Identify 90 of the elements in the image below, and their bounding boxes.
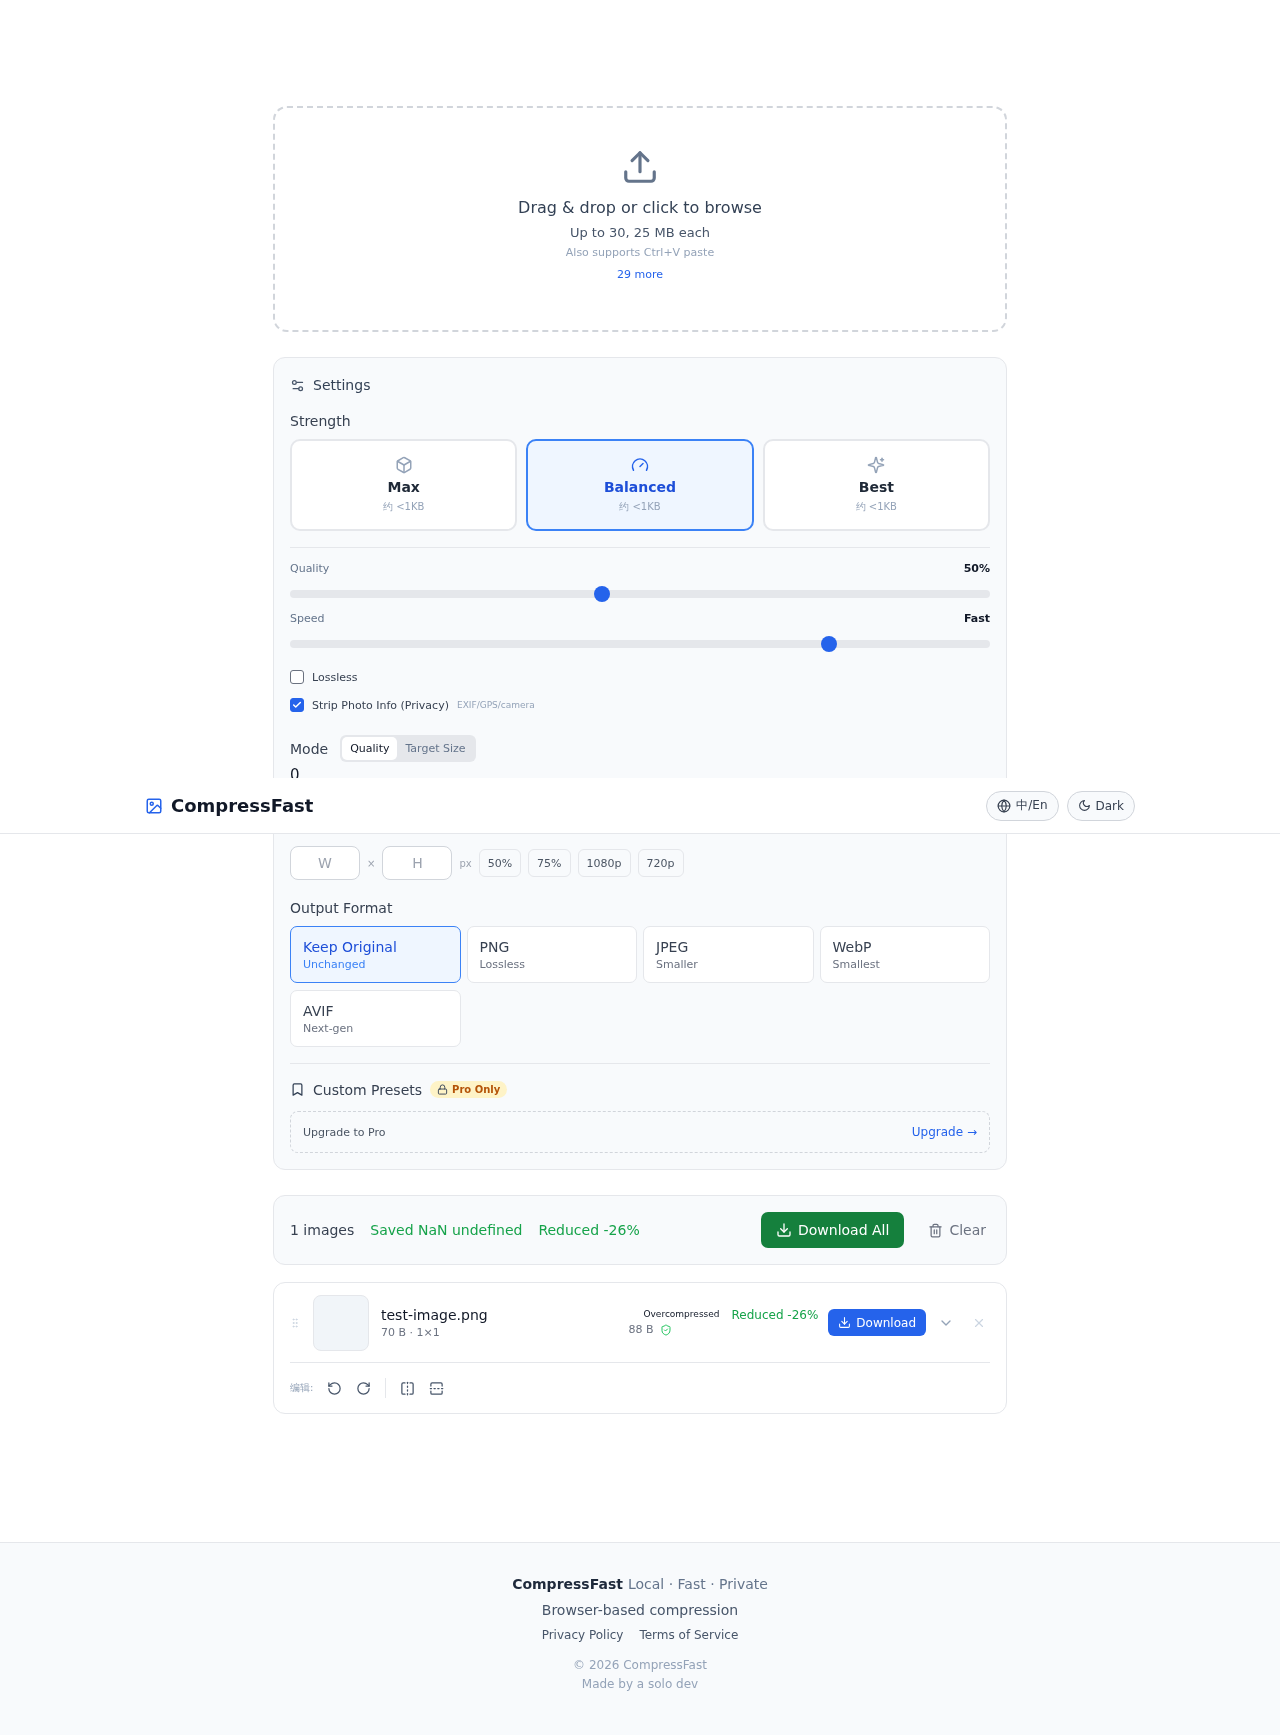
resize-preset[interactable]: 75%	[528, 849, 571, 877]
flip-vertical-button[interactable]	[429, 1380, 445, 1396]
cube-icon	[394, 456, 413, 474]
file-name: test-image.png	[381, 1306, 489, 1323]
bookmark-icon	[290, 1082, 305, 1097]
slider-label: Quality	[290, 562, 330, 575]
image-count: 1 images	[290, 1222, 355, 1238]
slider-label: Speed	[290, 612, 325, 625]
download-icon	[775, 1222, 792, 1238]
checkbox-label: Strip Photo Info (Privacy)	[312, 698, 449, 712]
lock-icon	[437, 1084, 449, 1095]
format-option[interactable]: WebP Smallest	[819, 926, 990, 983]
mode-option[interactable]: Quality	[342, 737, 398, 760]
globe-icon	[997, 798, 1012, 813]
resize-preset[interactable]: 720p	[637, 849, 684, 877]
moon-icon	[1077, 799, 1091, 812]
rotate-right-icon	[356, 1380, 372, 1396]
clear-button[interactable]: Clear	[924, 1222, 990, 1238]
settings-title: Settings	[313, 377, 371, 393]
image-icon	[145, 796, 163, 815]
language-button[interactable]: 中/En	[986, 790, 1059, 821]
upgrade-link[interactable]: Upgrade →	[911, 1125, 977, 1139]
file-meta: 70 B · 1×1	[381, 1325, 441, 1339]
width-field[interactable]: W	[290, 846, 360, 880]
footer-link[interactable]: Terms of Service	[639, 1628, 739, 1642]
more-formats-link[interactable]: 29 more	[617, 268, 663, 281]
mode-value: 0	[290, 766, 301, 786]
gauge-icon	[631, 456, 649, 474]
strength-option[interactable]: Best 约 <1KB	[762, 439, 990, 531]
sparkle-icon	[867, 456, 886, 474]
footer-brand: CompressFast	[512, 1576, 623, 1592]
reduced-text: Reduced -26%	[731, 1307, 819, 1322]
checkbox-note: EXIF/GPS/camera	[456, 700, 535, 710]
rotate-right-button[interactable]	[356, 1380, 372, 1396]
download-button[interactable]: Download	[828, 1309, 926, 1336]
slider-thumb[interactable]	[821, 636, 837, 652]
check-icon	[292, 700, 302, 710]
pro-badge-text: Pro Only	[452, 1084, 501, 1095]
format-option[interactable]: PNG Lossless	[466, 926, 637, 983]
flip-horizontal-icon	[400, 1380, 416, 1396]
slider-reading: Fast	[963, 612, 990, 625]
checkbox-label: Lossless	[312, 670, 358, 684]
rotate-left-button[interactable]	[327, 1380, 343, 1396]
upload-limit: Up to 30, 25 MB each	[569, 225, 711, 240]
status-label: Overcompressed	[643, 1309, 720, 1319]
format-option[interactable]: Keep Original Unchanged	[290, 926, 461, 983]
slider-thumb[interactable]	[593, 586, 610, 602]
sliders-icon	[290, 377, 305, 393]
trash-icon	[928, 1222, 944, 1238]
footer-tagline: Local · Fast · Private	[627, 1576, 768, 1592]
resize-preset[interactable]: 50%	[478, 849, 522, 877]
dropzone-title: Drag & drop or click to browse	[518, 198, 762, 217]
saved-text: Saved NaN undefined	[370, 1222, 523, 1238]
rotate-left-icon	[327, 1380, 343, 1396]
custom-presets-title: Custom Presets	[313, 1081, 423, 1098]
strength-option[interactable]: Max 约 <1KB	[290, 439, 518, 531]
drag-handle-icon	[289, 1315, 301, 1330]
shield-check-icon	[659, 1323, 672, 1336]
height-field[interactable]: H	[382, 846, 453, 880]
output-format-label: Output Format	[290, 900, 394, 916]
copyright: © 2026 CompressFast	[573, 1658, 707, 1672]
new-size: 88 B	[628, 1323, 654, 1336]
theme-button[interactable]: Dark	[1066, 790, 1135, 821]
upload-icon	[621, 148, 659, 186]
download-icon	[838, 1316, 852, 1329]
format-option[interactable]: JPEG Smaller	[643, 926, 814, 983]
app-logo[interactable]: CompressFast	[171, 795, 314, 816]
edit-label: 编辑:	[290, 1381, 314, 1395]
reduced-text: Reduced -26%	[538, 1222, 640, 1238]
format-option[interactable]: AVIF Next-gen	[290, 990, 461, 1047]
checkbox[interactable]	[290, 670, 304, 684]
flip-horizontal-button[interactable]	[400, 1380, 416, 1396]
upload-dropzone[interactable]: Drag & drop or click to browse Up to 30, 25 MB each Also supports Ctrl+V paste 29 more	[273, 106, 1007, 332]
paste-hint: Also supports Ctrl+V paste	[565, 246, 715, 259]
footer-link[interactable]: Privacy Policy	[541, 1628, 624, 1642]
times-sign: ×	[367, 857, 376, 869]
mode-label: Mode	[290, 740, 329, 757]
strength-option[interactable]: Balanced 约 <1KB	[526, 439, 754, 531]
flip-vertical-icon	[429, 1380, 445, 1396]
credit: Made by a solo dev	[581, 1677, 699, 1691]
footer-subtitle: Browser-based compression	[541, 1602, 739, 1618]
upgrade-prompt: Upgrade to Pro	[303, 1125, 386, 1139]
download-all-button[interactable]: Download All	[760, 1212, 905, 1248]
checkbox[interactable]	[290, 698, 304, 712]
resize-preset[interactable]: 1080p	[577, 849, 631, 877]
mode-option[interactable]: Target Size	[397, 737, 474, 760]
unit-label: px	[459, 857, 472, 869]
slider-reading: 50%	[963, 562, 990, 575]
image-thumbnail	[313, 1294, 369, 1351]
strength-label: Strength	[290, 413, 352, 429]
